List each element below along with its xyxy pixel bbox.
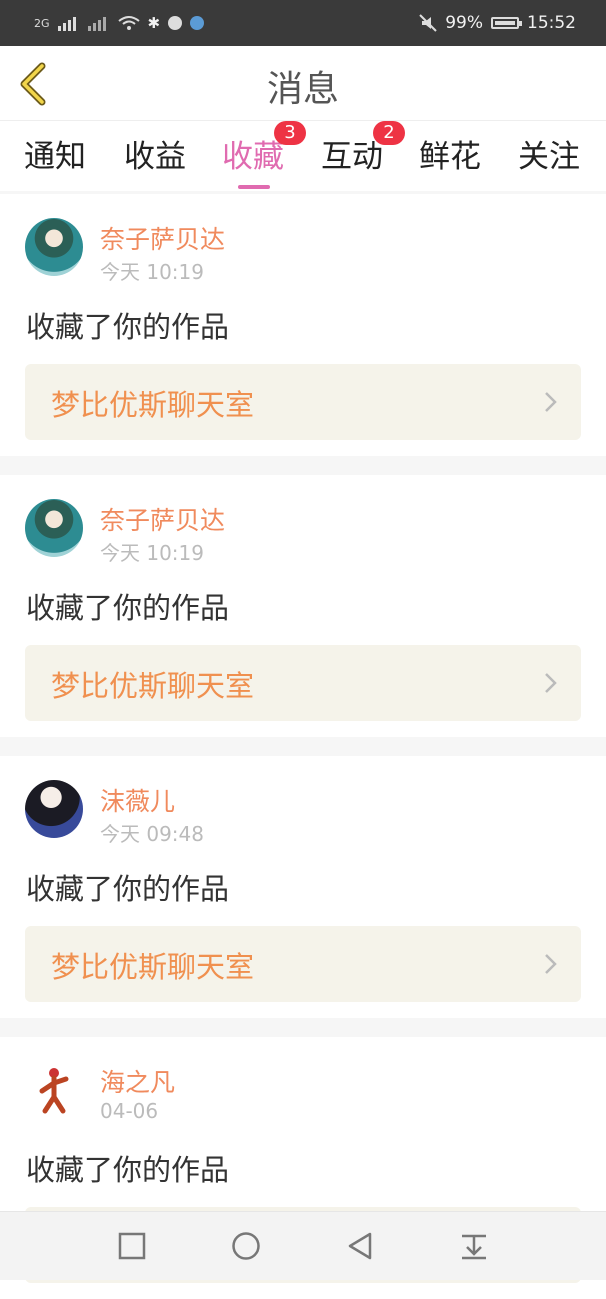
user-name[interactable]: 海之凡	[100, 1063, 175, 1099]
tab-follows[interactable]: 关注	[504, 131, 594, 176]
chevron-right-icon	[545, 392, 557, 412]
system-nav-bar	[0, 1211, 606, 1280]
avatar[interactable]	[25, 218, 83, 276]
unread-badge: 3	[274, 121, 306, 145]
chevron-right-icon	[545, 673, 557, 693]
tab-label: 收藏	[222, 139, 284, 175]
avatar[interactable]	[25, 1061, 83, 1119]
status-bar: 2G ✱ 99% 15:52	[0, 0, 606, 46]
avatar[interactable]	[25, 780, 83, 838]
message-card: 沫薇儿 今天 09:48 收藏了你的作品 梦比优斯聊天室	[0, 756, 606, 1018]
work-link[interactable]: 梦比优斯聊天室	[25, 926, 581, 1002]
status-right: 99% 15:52	[419, 13, 576, 33]
signal-icon-2	[87, 17, 106, 31]
app-header: 消息	[0, 46, 606, 121]
unread-badge: 2	[373, 121, 405, 145]
status-left: 2G ✱	[34, 14, 205, 32]
mute-icon	[419, 14, 437, 32]
timestamp: 今天 09:48	[100, 822, 204, 846]
tab-earnings[interactable]: 收益	[110, 131, 200, 176]
work-title: 梦比优斯聊天室	[51, 950, 255, 984]
user-name[interactable]: 沫薇儿	[100, 782, 175, 818]
app-notification-icon-2	[190, 16, 205, 30]
back-nav-icon[interactable]	[344, 1230, 376, 1262]
network-type: 2G	[34, 16, 50, 30]
bluetooth-icon: ✱	[147, 14, 161, 32]
app-notification-icon	[168, 16, 183, 30]
signal-icon	[57, 17, 76, 31]
tab-label: 鲜花	[419, 139, 481, 175]
wifi-icon	[117, 16, 140, 30]
work-title: 梦比优斯聊天室	[51, 388, 255, 422]
message-card: 奈子萨贝达 今天 10:19 收藏了你的作品 梦比优斯聊天室	[0, 475, 606, 737]
tab-label: 关注	[518, 139, 580, 175]
action-text: 收藏了你的作品	[26, 591, 230, 625]
tab-notifications[interactable]: 通知	[10, 131, 100, 176]
timestamp: 今天 10:19	[100, 260, 204, 284]
recent-apps-icon[interactable]	[116, 1230, 148, 1262]
action-text: 收藏了你的作品	[26, 1153, 230, 1187]
timestamp: 04-06	[100, 1099, 159, 1123]
tab-label: 收益	[124, 139, 186, 175]
active-tab-indicator	[238, 185, 270, 189]
chevron-right-icon	[545, 954, 557, 974]
timestamp: 今天 10:19	[100, 541, 204, 565]
user-name[interactable]: 奈子萨贝达	[100, 220, 225, 256]
action-text: 收藏了你的作品	[26, 310, 230, 344]
tab-bar: 通知 收益 收藏 3 互动 2 鲜花 关注	[0, 121, 606, 191]
page-title: 消息	[266, 69, 339, 110]
user-name[interactable]: 奈子萨贝达	[100, 501, 225, 537]
message-card: 奈子萨贝达 今天 10:19 收藏了你的作品 梦比优斯聊天室	[0, 194, 606, 456]
work-link[interactable]: 梦比优斯聊天室	[25, 645, 581, 721]
battery-icon	[491, 17, 522, 29]
clock: 15:52	[527, 13, 576, 33]
work-link[interactable]: 梦比优斯聊天室	[25, 364, 581, 440]
figure-avatar-icon	[39, 1068, 69, 1114]
tab-interactions[interactable]: 互动 2	[307, 121, 405, 176]
tab-label: 通知	[24, 139, 86, 175]
home-icon[interactable]	[230, 1230, 262, 1262]
action-text: 收藏了你的作品	[26, 872, 230, 906]
work-title: 梦比优斯聊天室	[51, 669, 255, 703]
notification-pull-icon[interactable]	[458, 1230, 490, 1262]
avatar[interactable]	[25, 499, 83, 557]
battery-percent: 99%	[445, 13, 483, 33]
tab-label: 互动	[321, 139, 383, 175]
tab-favorites[interactable]: 收藏 3	[208, 121, 306, 189]
tab-flowers[interactable]: 鲜花	[405, 131, 495, 176]
